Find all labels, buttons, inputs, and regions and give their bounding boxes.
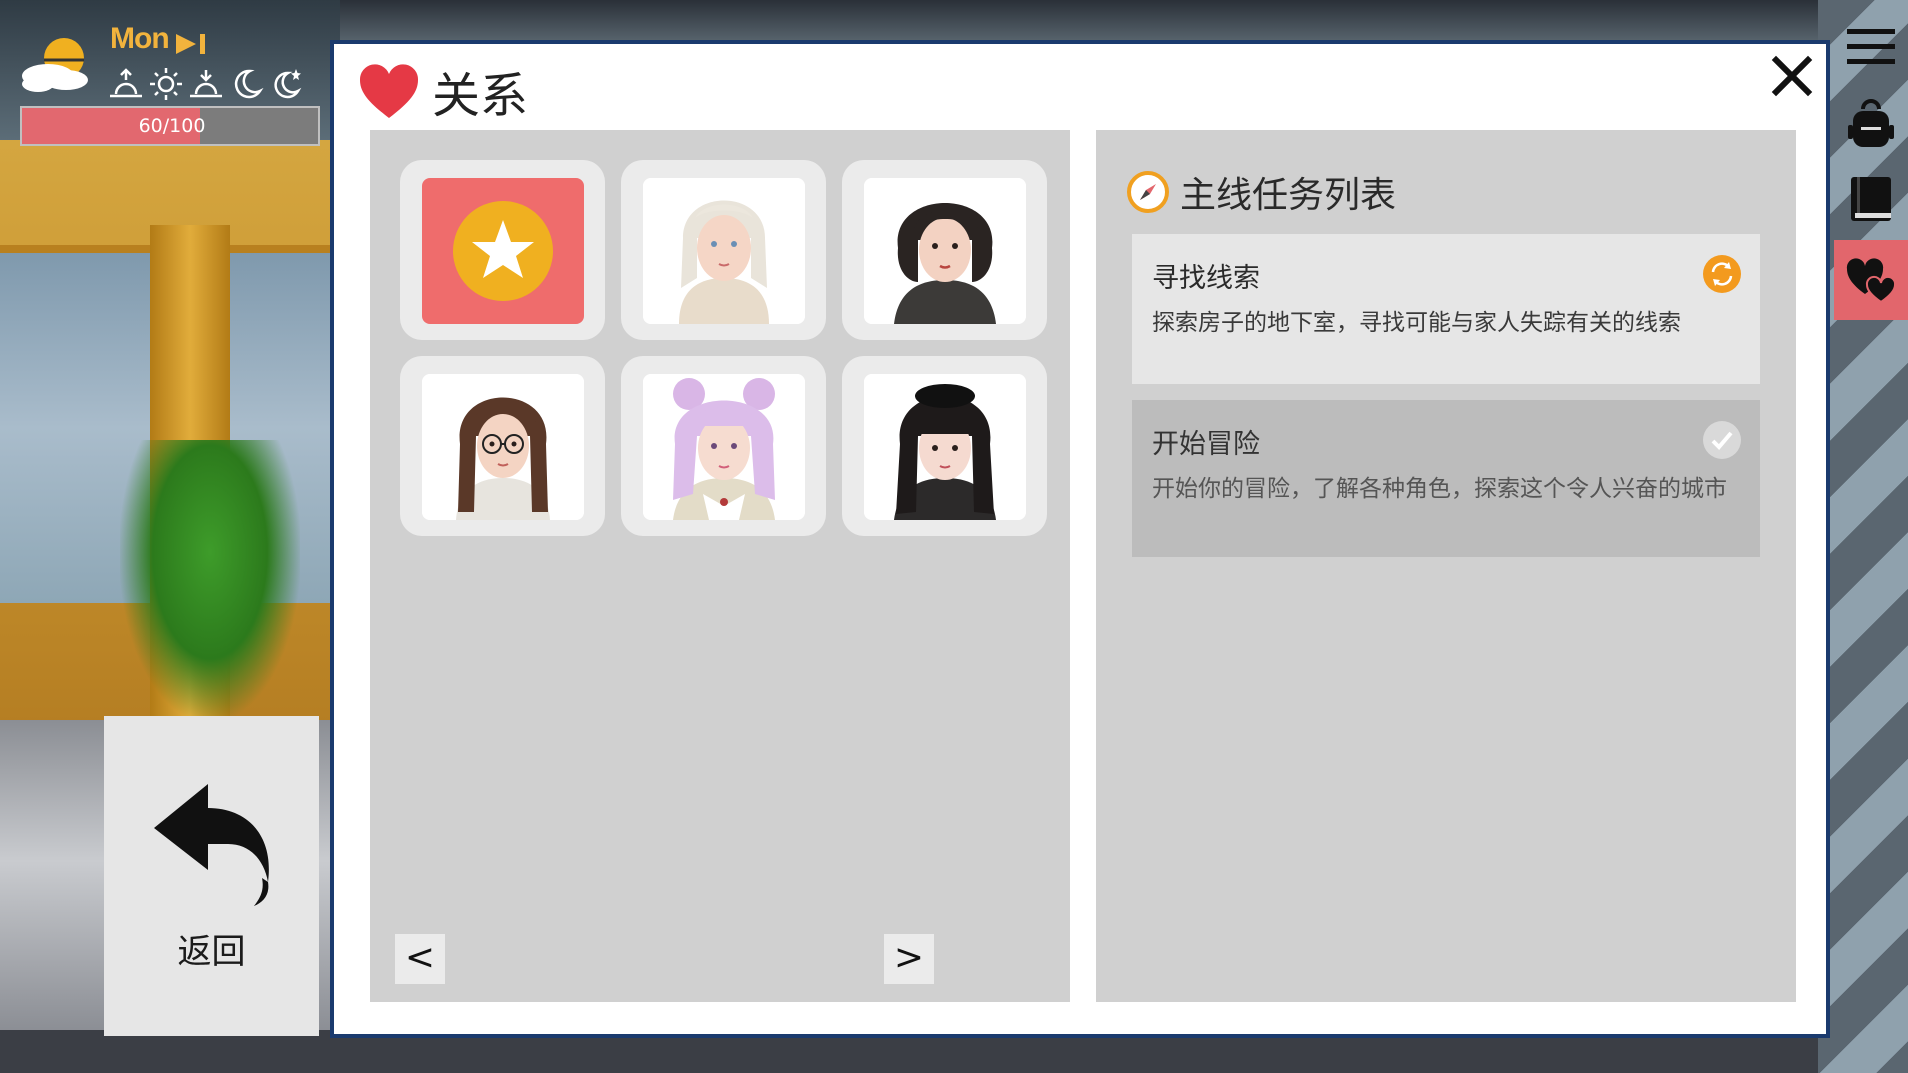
relationship-button[interactable] [1834, 240, 1908, 320]
undo-arrow-icon [154, 784, 269, 906]
character-portrait-blonde [643, 178, 805, 324]
backpack-button[interactable] [1834, 88, 1908, 162]
character-portrait-long-black [864, 374, 1026, 520]
star-icon [453, 201, 553, 301]
character-grid [400, 160, 1047, 536]
relationship-dialog: 关系 < > 主线任务列表 寻找线索 探索房子的地下室，寻找可能与家人失踪有关的… [330, 40, 1830, 1038]
favorites-card[interactable] [400, 160, 605, 340]
quest-description: 探索房子的地下室，寻找可能与家人失踪有关的线索 [1152, 310, 1681, 336]
checkmark-icon [1703, 421, 1741, 459]
close-icon[interactable] [1768, 52, 1816, 100]
quest-item-completed[interactable]: 开始冒险 开始你的冒险，了解各种角色，探索这个令人兴奋的城市 [1132, 400, 1760, 557]
moon-star-icon [274, 69, 302, 99]
sunrise-icon [110, 68, 142, 98]
quest-panel: 主线任务列表 寻找线索 探索房子的地下室，寻找可能与家人失踪有关的线索 开始冒险… [1096, 130, 1796, 1002]
compass-icon [1127, 171, 1169, 213]
time-of-day-icons [108, 66, 304, 106]
hamburger-menu-icon [1847, 29, 1895, 64]
energy-bar: 60/100 [20, 106, 320, 146]
back-button-label: 返回 [177, 932, 246, 972]
character-portrait-black-bob [864, 178, 1026, 324]
quest-list-title: 主线任务列表 [1180, 175, 1397, 216]
skip-time-icon[interactable] [174, 32, 208, 56]
menu-button[interactable] [1834, 10, 1908, 84]
sunset-icon [190, 70, 222, 98]
scene-ceiling [340, 0, 1840, 40]
character-card-4[interactable] [621, 356, 826, 536]
dialog-title: 关系 [432, 68, 529, 124]
back-button[interactable]: 返回 [104, 716, 319, 1036]
moon-icon [234, 69, 264, 99]
prev-page-button[interactable]: < [395, 934, 445, 984]
character-portrait-pink-hair [643, 374, 805, 520]
book-icon [1851, 177, 1891, 221]
quest-description: 开始你的冒险，了解各种角色，探索这个令人兴奋的城市 [1152, 476, 1727, 502]
backpack-icon [1848, 99, 1894, 147]
in-progress-icon [1703, 255, 1741, 293]
journal-button[interactable] [1834, 162, 1908, 236]
dialog-header: 关系 [358, 56, 528, 126]
character-card-1[interactable] [621, 160, 826, 340]
quest-name: 寻找线索 [1152, 263, 1260, 294]
character-panel: < > [370, 130, 1070, 1002]
quest-list-header: 主线任务列表 [1126, 166, 1396, 218]
hearts-icon [1846, 258, 1897, 304]
energy-text: 60/100 [138, 115, 206, 137]
quest-item-active[interactable]: 寻找线索 探索房子的地下室，寻找可能与家人失踪有关的线索 [1132, 234, 1760, 384]
sun-behind-cloud-icon [22, 38, 88, 92]
character-portrait-glasses [422, 374, 584, 520]
quest-name: 开始冒险 [1152, 429, 1260, 460]
hud-panel: Mon 60/100 [18, 22, 323, 147]
character-card-5[interactable] [842, 356, 1047, 536]
character-card-3[interactable] [400, 356, 605, 536]
heart-icon [359, 64, 419, 118]
favorites-tile [422, 178, 584, 324]
character-card-2[interactable] [842, 160, 1047, 340]
day-label: Mon [110, 22, 170, 55]
sun-icon [150, 68, 182, 100]
scene-plant [120, 440, 300, 720]
next-page-button[interactable]: > [884, 934, 934, 984]
